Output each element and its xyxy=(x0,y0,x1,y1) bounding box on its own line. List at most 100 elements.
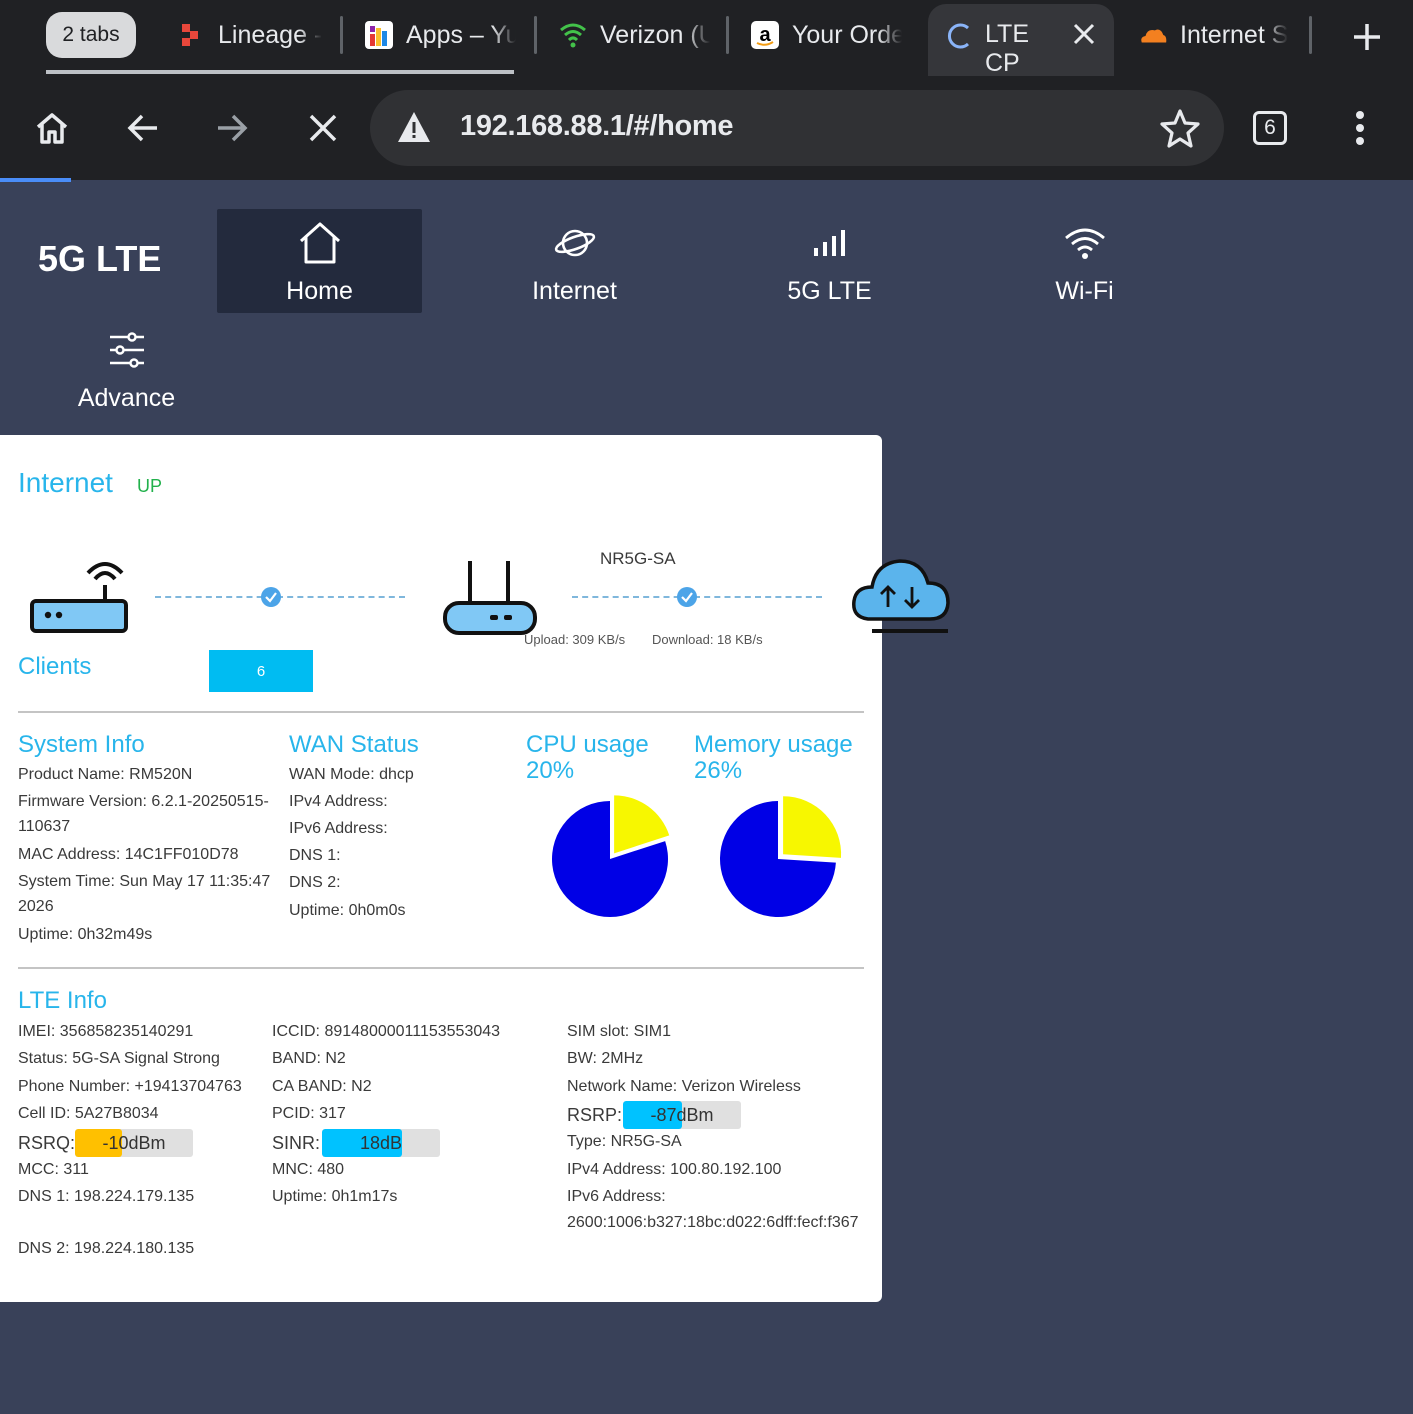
rsrp-value: -87dBm xyxy=(650,1104,714,1125)
cpe-modem-icon xyxy=(440,557,540,642)
lte-uptime: Uptime: 0h1m17s xyxy=(272,1188,398,1205)
wan-status-line: IPv6 Address: xyxy=(289,820,388,837)
url-text[interactable]: 192.168.88.1/#/home xyxy=(460,110,734,143)
system-info-line: Product Name: RM520N xyxy=(18,766,193,783)
lte-cell-id: Cell ID: 5A27B8034 xyxy=(18,1105,159,1122)
system-info-title: System Info xyxy=(18,731,145,758)
lte-ipv6-address: 2600:1006:b327:18bc:d022:6dff:fecf:f367 xyxy=(567,1214,859,1231)
not-secure-warning-icon[interactable] xyxy=(396,110,432,149)
cloud-upload-download-icon xyxy=(850,555,952,640)
tab-separator xyxy=(340,16,343,54)
nav-home[interactable]: Home xyxy=(217,209,422,313)
browser-toolbar: 192.168.88.1/#/home 6 xyxy=(0,76,1413,180)
wifi-icon xyxy=(1064,217,1106,269)
nav-label: Advance xyxy=(77,383,176,412)
nav-internet[interactable]: Internet xyxy=(472,209,677,313)
new-tab-plus-icon[interactable] xyxy=(1345,15,1389,59)
wan-link-dashed-line xyxy=(572,596,822,598)
back-arrow-icon[interactable] xyxy=(116,101,170,155)
tab-apps[interactable]: Apps – Yu xyxy=(364,10,516,60)
lte-status: Status: 5G-SA Signal Strong xyxy=(18,1050,220,1067)
cpu-usage-title: CPU usage xyxy=(526,731,649,758)
sinr-value: 18dB xyxy=(359,1132,403,1153)
lte-type: Type: NR5G-SA xyxy=(567,1133,682,1150)
wan-link-check-icon xyxy=(677,587,697,607)
rsrp-label: RSRP: xyxy=(567,1105,623,1125)
lte-band: BAND: N2 xyxy=(272,1050,346,1067)
wan-status-title: WAN Status xyxy=(289,731,419,758)
tab-verizon[interactable]: Verizon (U xyxy=(558,10,710,60)
nav-wifi[interactable]: Wi-Fi xyxy=(982,209,1187,313)
planet-icon xyxy=(553,217,597,269)
lte-mcc: MCC: 311 xyxy=(18,1161,89,1178)
lte-info-title: LTE Info xyxy=(18,987,107,1014)
tab-lte-cpe-active[interactable]: LTE CP xyxy=(928,4,1114,77)
nav-advance[interactable]: Advance xyxy=(24,313,229,423)
section-divider xyxy=(18,967,864,969)
tab-count-button[interactable]: 2 tabs xyxy=(46,12,136,58)
lte-dns1: DNS 1: 198.224.179.135 xyxy=(18,1188,195,1205)
bookmark-star-icon[interactable] xyxy=(1160,108,1200,153)
nav-label: Wi-Fi xyxy=(1055,276,1114,305)
close-tab-icon[interactable] xyxy=(1072,22,1096,51)
memory-usage-pie-chart xyxy=(720,796,842,917)
tab-lineage[interactable]: Lineage - xyxy=(176,10,326,60)
rsrq-label: RSRQ: xyxy=(18,1133,76,1153)
lte-sim-slot: SIM slot: SIM1 xyxy=(567,1023,672,1040)
nav-label: Home xyxy=(286,276,353,305)
lte-iccid: ICCID: 89148000011153553043 xyxy=(272,1023,501,1040)
lte-pcid: PCID: 317 xyxy=(272,1105,346,1122)
lineage-favicon-icon xyxy=(176,20,206,50)
download-speed: Download: 18 KB/s xyxy=(652,632,763,647)
home-icon[interactable] xyxy=(25,101,79,155)
system-info-line: Uptime: 0h32m49s xyxy=(18,926,153,943)
lte-dns2: DNS 2: 198.224.180.135 xyxy=(18,1240,195,1257)
browser-tab-strip: 2 tabs Lineage - Apps – Yu Verizon (U a … xyxy=(0,0,1413,77)
loading-spinner-icon xyxy=(946,22,974,55)
tab-internet-speed[interactable]: Internet S xyxy=(1138,10,1288,60)
system-info-line: Firmware Version: 6.2.1-20250515- xyxy=(18,793,269,810)
lte-phone-number: Phone Number: +19413704763 xyxy=(18,1078,242,1095)
memory-usage-used-slice xyxy=(783,796,842,858)
lte-mnc: MNC: 480 xyxy=(272,1161,345,1178)
system-info-line: 110637 xyxy=(18,818,71,835)
tab-separator xyxy=(726,16,729,54)
more-menu-icon[interactable] xyxy=(1333,101,1387,155)
system-info-line: System Time: Sun May 17 11:35:47 xyxy=(18,873,271,890)
tab-label: Apps – Yu xyxy=(406,20,516,49)
stop-loading-icon[interactable] xyxy=(296,101,350,155)
wan-status-line: DNS 2: xyxy=(289,874,341,891)
lte-network-name: Network Name: Verizon Wireless xyxy=(567,1078,801,1095)
nav-label: 5G LTE xyxy=(787,276,872,305)
tab-amazon[interactable]: a Your Orde xyxy=(750,10,902,60)
clients-label: Clients xyxy=(18,653,92,680)
wifi-favicon-icon xyxy=(558,20,588,50)
tab-switcher-count: 6 xyxy=(1253,111,1287,145)
internet-section-title: Internet xyxy=(18,467,113,498)
apps-favicon-icon xyxy=(364,20,394,50)
lte-ca-band: CA BAND: N2 xyxy=(272,1078,372,1095)
sinr-label: SINR: xyxy=(272,1133,321,1153)
home-icon xyxy=(297,217,343,269)
address-bar[interactable]: 192.168.88.1/#/home xyxy=(370,90,1224,166)
lte-bandwidth: BW: 2MHz xyxy=(567,1050,644,1067)
forward-arrow-icon[interactable] xyxy=(205,101,259,155)
upload-speed: Upload: 309 KB/s xyxy=(524,632,626,647)
client-link-check-icon xyxy=(261,587,281,607)
nav-5g-lte[interactable]: 5G LTE xyxy=(727,209,932,313)
cpu-usage-pie-chart xyxy=(552,795,670,917)
system-info-line: 2026 xyxy=(18,898,54,915)
tab-label: Internet S xyxy=(1180,20,1288,49)
tab-separator xyxy=(534,16,537,54)
nav-label: Internet xyxy=(532,276,617,305)
router-brand-title: 5G LTE xyxy=(38,238,162,279)
sliders-icon xyxy=(108,324,146,376)
rsrp-meter: -87dBm xyxy=(623,1101,741,1129)
wan-status-line: IPv4 Address: xyxy=(289,793,388,810)
tab-label: Verizon (U xyxy=(600,20,710,49)
tab-switcher-button[interactable]: 6 xyxy=(1243,101,1297,155)
system-info-line: MAC Address: 14C1FF010D78 xyxy=(18,846,239,863)
clients-count-badge[interactable]: 6 xyxy=(209,650,313,692)
tab-label: LTE CP xyxy=(985,20,1029,77)
section-divider xyxy=(18,711,864,713)
